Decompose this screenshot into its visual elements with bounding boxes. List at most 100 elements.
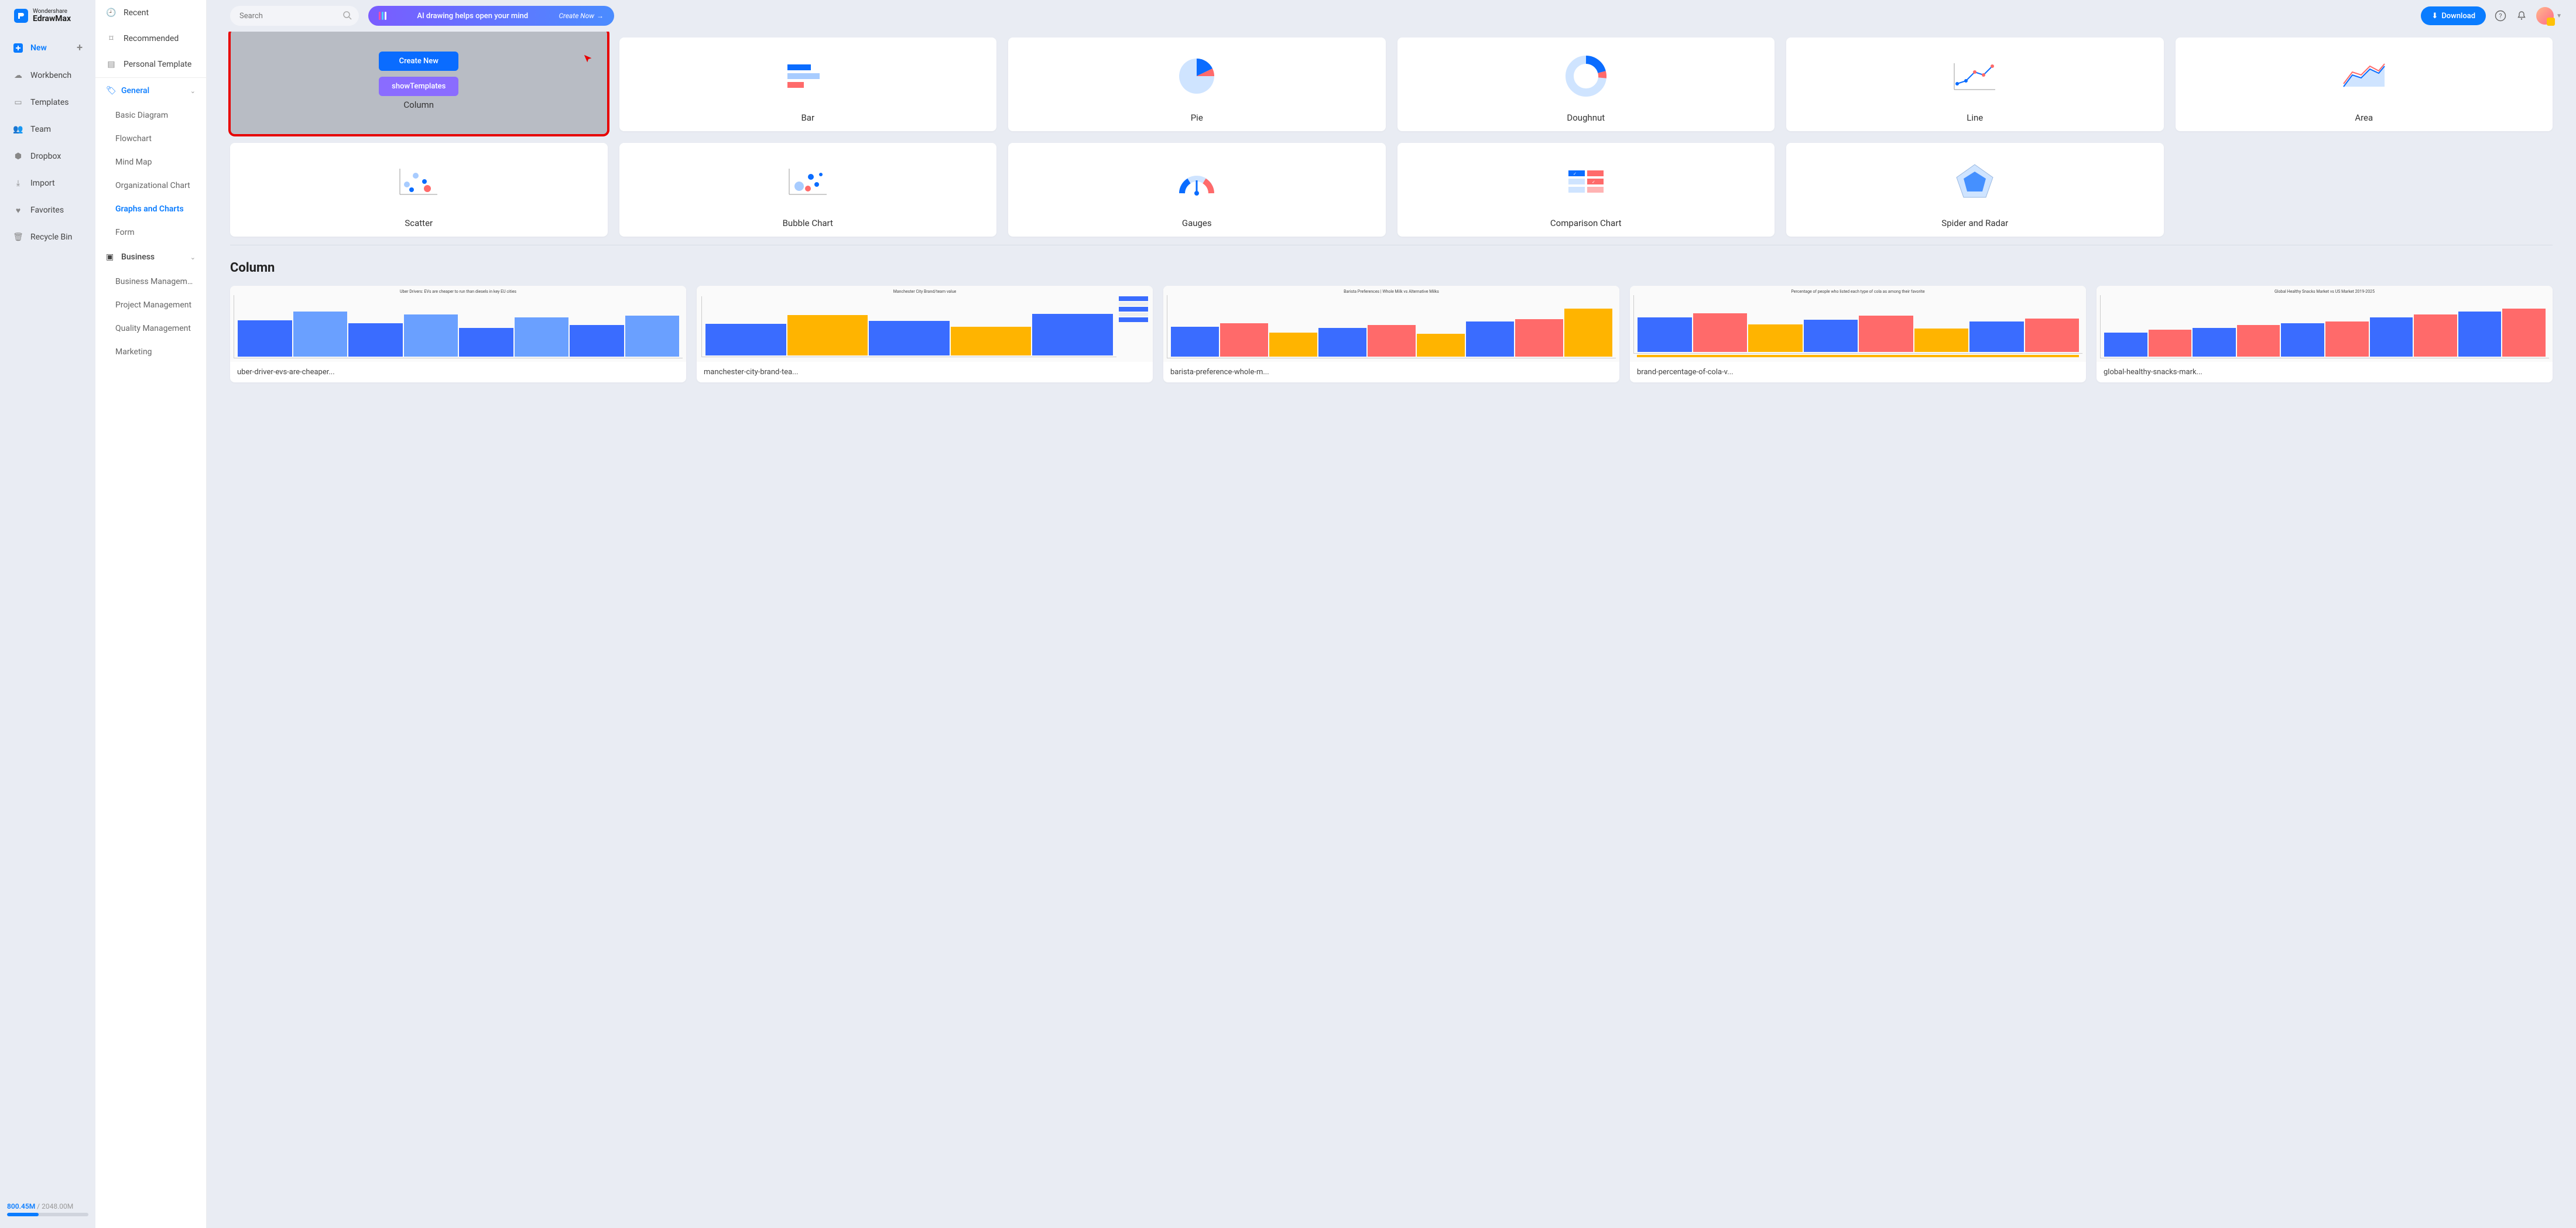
sub-form[interactable]: Form <box>95 221 206 244</box>
ai-banner[interactable]: AI drawing helps open your mind Create N… <box>368 6 614 26</box>
banner-decoration-icon <box>379 12 386 20</box>
logo-product: EdrawMax <box>33 15 71 23</box>
cat-recent[interactable]: 🕘 Recent <box>95 0 206 26</box>
avatar-dropdown-icon[interactable]: ▼ <box>2556 13 2562 19</box>
gauge-chart-icon <box>1014 149 1380 214</box>
tile-comparison-label: Comparison Chart <box>1550 214 1622 231</box>
storage-sep: / <box>37 1202 42 1210</box>
download-label: Download <box>2441 12 2475 20</box>
sub-org-chart[interactable]: Organizational Chart <box>95 174 206 197</box>
sub-graphs-and-charts[interactable]: Graphs and Charts <box>95 197 206 221</box>
help-icon[interactable]: ? <box>2494 9 2507 22</box>
group-business-label: Business <box>121 252 155 262</box>
tile-spider-radar[interactable]: Spider and Radar <box>1786 143 2164 237</box>
nav-team[interactable]: 👥 Team <box>2 117 93 142</box>
template-card[interactable]: Uber Drivers: EVs are cheaper to run tha… <box>230 286 686 382</box>
doughnut-chart-icon <box>1403 43 1769 109</box>
template-row-column: Uber Drivers: EVs are cheaper to run tha… <box>230 286 2553 382</box>
nav-favorites-label: Favorites <box>30 206 64 215</box>
sub-basic-diagram[interactable]: Basic Diagram <box>95 104 206 127</box>
tile-gauges-label: Gauges <box>1182 214 1212 231</box>
search-icon[interactable] <box>342 11 352 22</box>
search-box <box>230 6 359 26</box>
storage-total: 2048.00M <box>42 1202 73 1210</box>
template-thumbnail: Percentage of people who listed each typ… <box>1630 286 2086 362</box>
tile-doughnut[interactable]: Doughnut <box>1397 37 1775 131</box>
nav-recycle-label: Recycle Bin <box>30 232 72 242</box>
template-thumbnail: Barista Preferences | Whole Milk vs Alte… <box>1163 286 1619 362</box>
cat-recent-label: Recent <box>124 8 149 18</box>
tile-bubble[interactable]: Bubble Chart <box>619 143 997 237</box>
nav-import[interactable]: ⤓ Import <box>2 170 93 196</box>
template-thumbnail: Global Healthy Snacks Market vs US Marke… <box>2097 286 2553 362</box>
create-new-button[interactable]: Create New <box>379 52 458 71</box>
template-title: manchester-city-brand-tea... <box>697 362 1153 382</box>
svg-text:✓: ✓ <box>1573 172 1577 176</box>
nav-templates[interactable]: ▭ Templates <box>2 90 93 115</box>
template-card[interactable]: Global Healthy Snacks Market vs US Marke… <box>2097 286 2553 382</box>
heart-icon: ♥ <box>13 205 23 216</box>
tile-pie[interactable]: Pie <box>1008 37 1386 131</box>
badge-icon: ⌑ <box>106 33 117 44</box>
bar-chart-icon <box>625 43 991 109</box>
app-logo: Wondershare EdrawMax <box>0 0 95 34</box>
nav-new[interactable]: New + <box>2 34 93 61</box>
template-card[interactable]: Percentage of people who listed each typ… <box>1630 286 2086 382</box>
template-card[interactable]: Manchester City Brand/team value manches… <box>697 286 1153 382</box>
chevron-down-icon: ⌄ <box>190 254 196 261</box>
banner-cta[interactable]: Create Now → <box>559 12 604 20</box>
sub-quality-mgmt[interactable]: Quality Management <box>95 317 206 340</box>
main-content: AI drawing helps open your mind Create N… <box>207 0 2576 1228</box>
tile-radar-label: Spider and Radar <box>1941 214 2008 231</box>
nav-favorites[interactable]: ♥ Favorites <box>2 197 93 223</box>
sub-marketing[interactable]: Marketing <box>95 340 206 364</box>
pie-chart-icon <box>1014 43 1380 109</box>
template-thumbnail: Manchester City Brand/team value <box>697 286 1153 362</box>
cat-personal-template[interactable]: ▤ Personal Template <box>95 52 206 77</box>
sub-project-mgmt[interactable]: Project Management <box>95 293 206 317</box>
tile-doughnut-label: Doughnut <box>1567 109 1605 125</box>
plus-square-icon <box>13 43 23 53</box>
tile-pie-label: Pie <box>1191 109 1203 125</box>
nav-team-label: Team <box>30 125 51 134</box>
show-templates-button[interactable]: showTemplates <box>379 77 458 96</box>
template-card[interactable]: Barista Preferences | Whole Milk vs Alte… <box>1163 286 1619 382</box>
clock-icon: 🕘 <box>106 8 117 18</box>
sub-business-mgmt[interactable]: Business Management <box>95 270 206 293</box>
template-title: brand-percentage-of-cola-v... <box>1630 362 2086 382</box>
tile-area[interactable]: Area <box>2176 37 2553 131</box>
nav-new-label: New <box>30 43 47 53</box>
nav-recycle[interactable]: 🗑 Recycle Bin <box>2 224 93 250</box>
sub-flowchart[interactable]: Flowchart <box>95 127 206 150</box>
group-business[interactable]: ▣ Business ⌄ <box>95 244 206 270</box>
avatar-badge-icon <box>2547 18 2555 26</box>
tile-bar[interactable]: Bar <box>619 37 997 131</box>
template-title: uber-driver-evs-are-cheaper... <box>230 362 686 382</box>
template-thumbnail: Uber Drivers: EVs are cheaper to run tha… <box>230 286 686 362</box>
category-sidebar: 🕘 Recent ⌑ Recommended ▤ Personal Templa… <box>95 0 207 1228</box>
chevron-down-icon: ⌄ <box>190 87 196 95</box>
download-button[interactable]: ⬇ Download <box>2421 6 2486 25</box>
tile-gauges[interactable]: Gauges <box>1008 143 1386 237</box>
sub-mind-map[interactable]: Mind Map <box>95 150 206 174</box>
storage-bar <box>7 1213 88 1216</box>
trash-icon: 🗑 <box>13 232 23 242</box>
add-icon[interactable]: + <box>77 42 83 54</box>
tile-area-label: Area <box>2355 109 2373 125</box>
arrow-right-icon: → <box>597 12 604 20</box>
line-chart-icon <box>1792 43 2158 109</box>
template-icon: ▭ <box>13 97 23 108</box>
tile-column[interactable]: Create New showTemplates Column <box>230 32 608 135</box>
avatar[interactable] <box>2536 7 2554 25</box>
tile-line[interactable]: Line <box>1786 37 2164 131</box>
cursor-icon <box>583 54 594 64</box>
nav-workbench[interactable]: ☁ Workbench <box>2 63 93 88</box>
nav-dropbox[interactable]: ⬢ Dropbox <box>2 143 93 169</box>
search-input[interactable] <box>230 6 359 26</box>
tile-scatter[interactable]: Scatter <box>230 143 608 237</box>
bell-icon[interactable] <box>2515 9 2528 22</box>
cat-recommended[interactable]: ⌑ Recommended <box>95 26 206 52</box>
section-title-column: Column <box>230 261 2553 275</box>
tile-comparison[interactable]: ✓✓ Comparison Chart <box>1397 143 1775 237</box>
group-general[interactable]: 🏷 General ⌄ <box>95 78 206 104</box>
